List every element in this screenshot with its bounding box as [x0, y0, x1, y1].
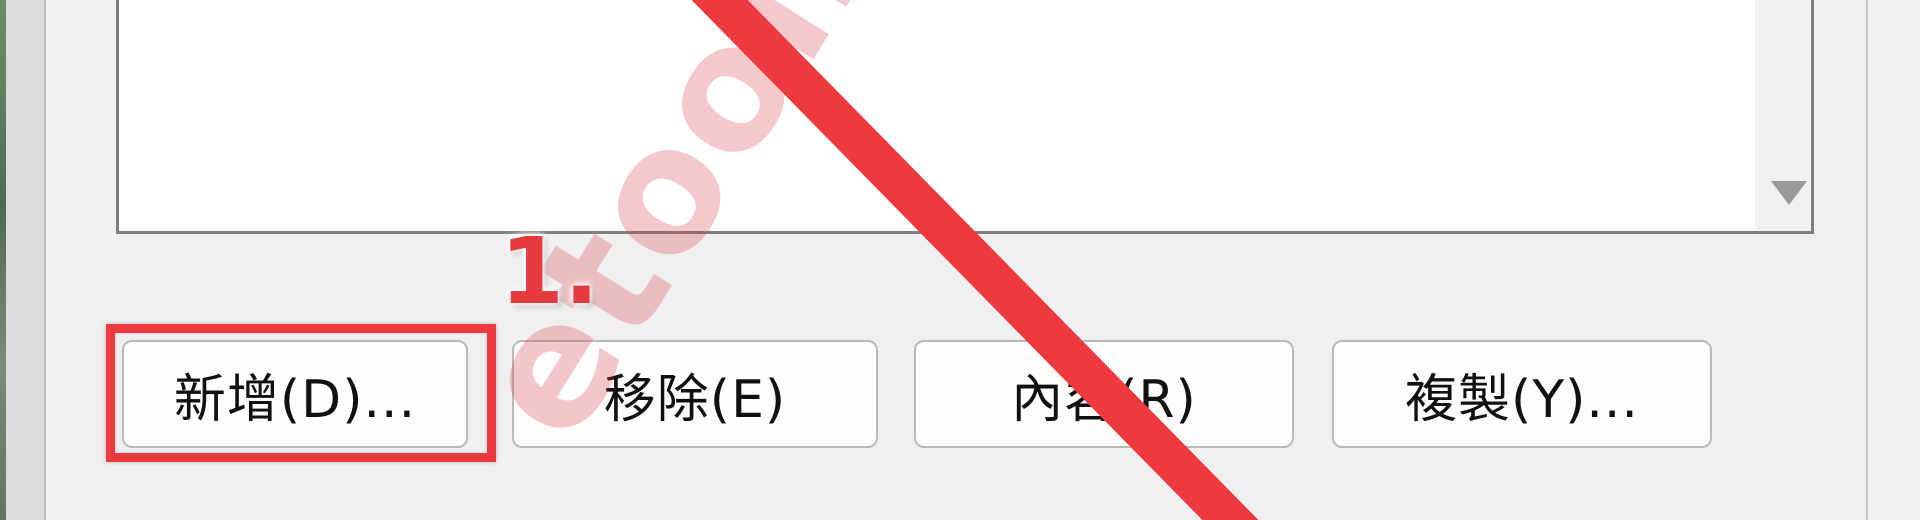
- screenshot-stage: 新增(D)... 移除(E) 內容(R) 複製(Y)... etoolbo 1.: [0, 0, 1920, 520]
- list-box[interactable]: [116, 0, 1814, 234]
- highlight-box: [106, 324, 496, 462]
- step-number-label: 1.: [500, 218, 599, 325]
- remove-button[interactable]: 移除(E): [512, 340, 878, 448]
- properties-button[interactable]: 內容(R): [914, 340, 1294, 448]
- copy-button[interactable]: 複製(Y)...: [1332, 340, 1712, 448]
- scroll-down-arrow-icon[interactable]: [1771, 181, 1807, 205]
- dialog-left-border: [6, 0, 46, 520]
- vertical-scrollbar[interactable]: [1755, 0, 1811, 231]
- dialog-right-edge: [1866, 0, 1920, 520]
